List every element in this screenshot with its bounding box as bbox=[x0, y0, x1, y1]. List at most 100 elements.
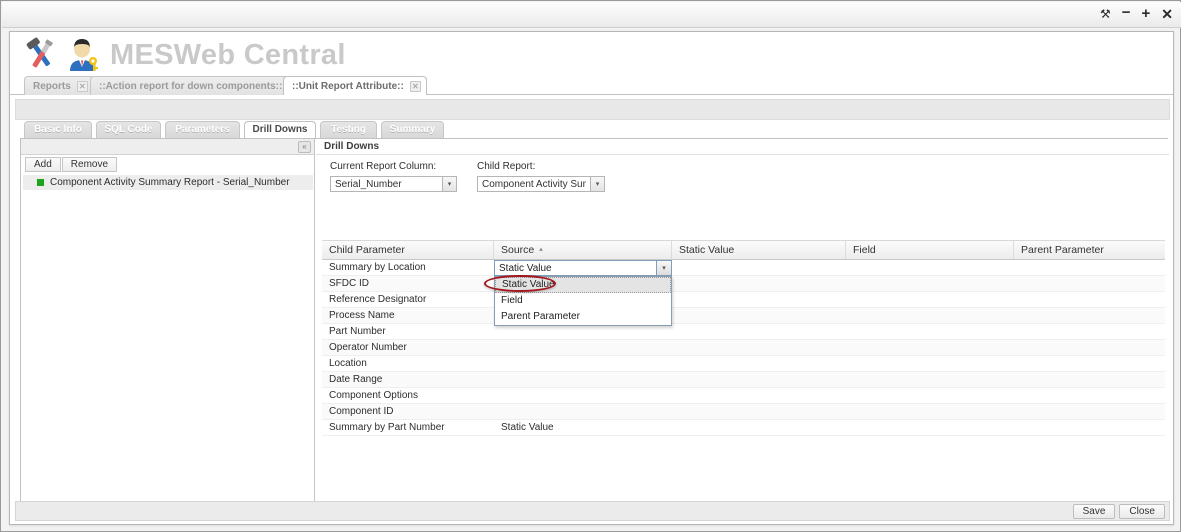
cell-parent-parameter[interactable] bbox=[1014, 292, 1165, 307]
dropdown-option-static-value[interactable]: Static Value bbox=[495, 277, 671, 293]
tab-testing[interactable]: Testing bbox=[320, 121, 377, 138]
cell-parent-parameter[interactable] bbox=[1014, 340, 1165, 355]
column-header-field[interactable]: Field bbox=[846, 241, 1014, 259]
cell-source[interactable] bbox=[494, 324, 672, 339]
cell-parent-parameter[interactable] bbox=[1014, 324, 1165, 339]
dropdown-option-field[interactable]: Field bbox=[495, 293, 671, 309]
tab-basic-info[interactable]: Basic Info bbox=[24, 121, 92, 138]
table-row[interactable]: Summary by Part Number Static Value bbox=[322, 420, 1165, 436]
source-editor-input[interactable] bbox=[494, 260, 656, 276]
add-button[interactable]: Add bbox=[25, 157, 61, 172]
chevron-down-icon[interactable]: ▾ bbox=[656, 260, 672, 276]
cell-source[interactable]: Static Value bbox=[494, 420, 672, 435]
cell-parent-parameter[interactable] bbox=[1014, 308, 1165, 323]
cell-field[interactable] bbox=[846, 356, 1014, 371]
dropdown-option-parent-parameter[interactable]: Parent Parameter bbox=[495, 309, 671, 325]
chevron-down-icon[interactable]: ▾ bbox=[590, 176, 605, 192]
cell-static-value[interactable] bbox=[672, 292, 846, 307]
chevron-down-icon[interactable]: ▾ bbox=[442, 176, 457, 192]
cell-field[interactable] bbox=[846, 292, 1014, 307]
cell-static-value[interactable] bbox=[672, 324, 846, 339]
cell-field[interactable] bbox=[846, 324, 1014, 339]
save-button[interactable]: Save bbox=[1072, 504, 1116, 519]
cell-parent-parameter[interactable] bbox=[1014, 388, 1165, 403]
cell-parent-parameter[interactable] bbox=[1014, 276, 1165, 291]
close-icon[interactable]: ✕ bbox=[409, 80, 421, 92]
column-header-source[interactable]: Source ▴ bbox=[494, 241, 672, 259]
tab-drill-downs[interactable]: Drill Downs bbox=[244, 121, 316, 139]
remove-button[interactable]: Remove bbox=[61, 157, 118, 172]
table-row[interactable]: Component ID bbox=[322, 404, 1165, 420]
cell-parent-parameter[interactable] bbox=[1014, 372, 1165, 387]
cell-field[interactable] bbox=[846, 404, 1014, 419]
current-report-column-input[interactable] bbox=[330, 176, 442, 192]
cell-static-value[interactable] bbox=[672, 340, 846, 355]
cell-static-value[interactable] bbox=[672, 308, 846, 323]
cell-static-value[interactable] bbox=[672, 356, 846, 371]
source-cell-editor[interactable]: ▾ bbox=[494, 260, 672, 276]
table-row[interactable]: Component Options bbox=[322, 388, 1165, 404]
cell-child-parameter[interactable]: Date Range bbox=[322, 372, 494, 387]
current-report-column-combo[interactable]: ▾ bbox=[330, 176, 457, 192]
cell-source[interactable] bbox=[494, 340, 672, 355]
list-item[interactable]: Component Activity Summary Report - Seri… bbox=[23, 175, 313, 190]
table-row[interactable]: Date Range bbox=[322, 372, 1165, 388]
cell-source[interactable] bbox=[494, 388, 672, 403]
cell-child-parameter[interactable]: Reference Designator bbox=[322, 292, 494, 307]
table-row[interactable]: SFDC ID bbox=[322, 276, 1165, 292]
cell-source[interactable] bbox=[494, 372, 672, 387]
source-dropdown-list[interactable]: Static Value Field Parent Parameter bbox=[494, 276, 672, 326]
cell-field[interactable] bbox=[846, 260, 1014, 275]
cell-parent-parameter[interactable] bbox=[1014, 420, 1165, 435]
cell-parent-parameter[interactable] bbox=[1014, 260, 1165, 275]
cell-parent-parameter[interactable] bbox=[1014, 404, 1165, 419]
doc-tab-unit-report-attribute[interactable]: ::Unit Report Attribute:: ✕ bbox=[283, 76, 427, 95]
column-header-static-value[interactable]: Static Value bbox=[672, 241, 846, 259]
column-header-parent-parameter[interactable]: Parent Parameter bbox=[1014, 241, 1165, 259]
collapse-icon[interactable]: « bbox=[298, 141, 311, 153]
doc-tab-reports[interactable]: Reports ✕ bbox=[24, 76, 94, 95]
table-row[interactable]: Process Name bbox=[322, 308, 1165, 324]
minimize-icon[interactable]: − bbox=[1122, 5, 1131, 20]
cell-child-parameter[interactable]: Operator Number bbox=[322, 340, 494, 355]
close-icon[interactable]: ✕ bbox=[76, 80, 88, 92]
close-button[interactable]: Close bbox=[1119, 504, 1165, 519]
cell-field[interactable] bbox=[846, 388, 1014, 403]
cell-source[interactable] bbox=[494, 404, 672, 419]
cell-child-parameter[interactable]: SFDC ID bbox=[322, 276, 494, 291]
child-report-input[interactable] bbox=[477, 176, 590, 192]
doc-tab-action-report[interactable]: ::Action report for down components:: ✕ bbox=[90, 76, 306, 95]
table-row[interactable]: Location bbox=[322, 356, 1165, 372]
tab-parameters[interactable]: Parameters bbox=[165, 121, 240, 138]
cell-static-value[interactable] bbox=[672, 404, 846, 419]
maximize-icon[interactable]: + bbox=[1142, 6, 1151, 21]
tab-sql-code[interactable]: SQL Code bbox=[96, 121, 161, 138]
table-row[interactable]: Reference Designator bbox=[322, 292, 1165, 308]
wrench-icon[interactable]: ⚒ bbox=[1100, 8, 1111, 20]
cell-field[interactable] bbox=[846, 420, 1014, 435]
cell-child-parameter[interactable]: Process Name bbox=[322, 308, 494, 323]
cell-field[interactable] bbox=[846, 308, 1014, 323]
cell-parent-parameter[interactable] bbox=[1014, 356, 1165, 371]
table-row[interactable]: Summary by Location bbox=[322, 260, 1165, 276]
cell-static-value[interactable] bbox=[672, 372, 846, 387]
child-report-combo[interactable]: ▾ bbox=[477, 176, 605, 192]
cell-child-parameter[interactable]: Part Number bbox=[322, 324, 494, 339]
table-row[interactable]: Part Number bbox=[322, 324, 1165, 340]
cell-static-value[interactable] bbox=[672, 420, 846, 435]
cell-field[interactable] bbox=[846, 340, 1014, 355]
cell-static-value[interactable] bbox=[672, 388, 846, 403]
close-icon[interactable]: ✕ bbox=[1161, 7, 1173, 21]
cell-field[interactable] bbox=[846, 372, 1014, 387]
cell-source[interactable] bbox=[494, 356, 672, 371]
cell-child-parameter[interactable]: Summary by Location bbox=[322, 260, 494, 275]
cell-child-parameter[interactable]: Location bbox=[322, 356, 494, 371]
tab-summary[interactable]: Summary bbox=[381, 121, 444, 138]
cell-field[interactable] bbox=[846, 276, 1014, 291]
cell-child-parameter[interactable]: Summary by Part Number bbox=[322, 420, 494, 435]
table-row[interactable]: Operator Number bbox=[322, 340, 1165, 356]
column-header-child-parameter[interactable]: Child Parameter bbox=[322, 241, 494, 259]
cell-static-value[interactable] bbox=[672, 260, 846, 275]
cell-static-value[interactable] bbox=[672, 276, 846, 291]
cell-child-parameter[interactable]: Component ID bbox=[322, 404, 494, 419]
